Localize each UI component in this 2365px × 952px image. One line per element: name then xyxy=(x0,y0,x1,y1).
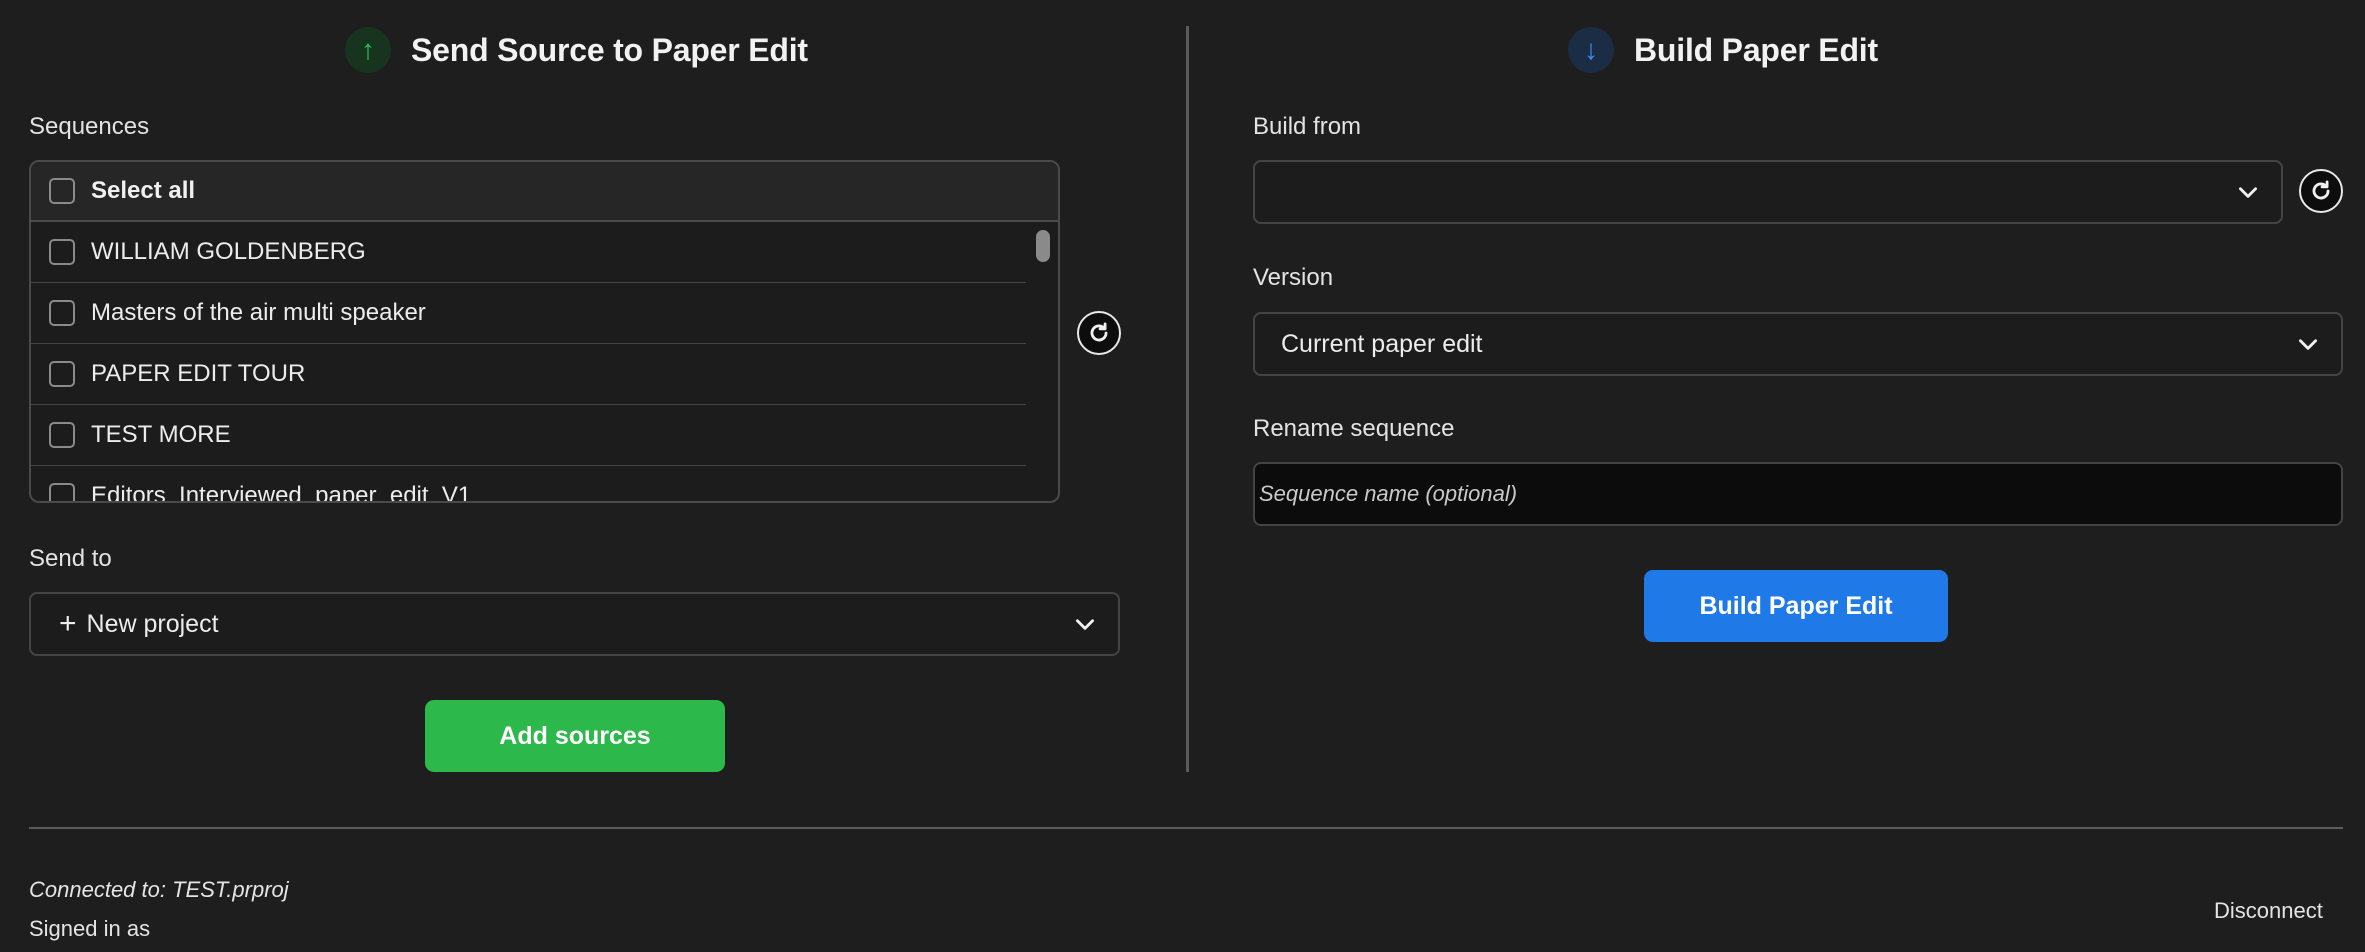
build-paper-edit-title: Build Paper Edit xyxy=(1634,31,1878,68)
sequence-checkbox[interactable] xyxy=(49,483,75,501)
sequence-name: PAPER EDIT TOUR xyxy=(91,360,306,387)
refresh-icon xyxy=(1090,322,1108,342)
sequences-label: Sequences xyxy=(29,113,150,140)
sequence-name-input[interactable] xyxy=(1253,462,2343,526)
add-sources-button[interactable]: Add sources xyxy=(425,700,725,772)
version-select[interactable]: Current paper edit xyxy=(1253,312,2343,376)
version-value: Current paper edit xyxy=(1281,329,1483,358)
sequence-checkbox[interactable] xyxy=(49,300,75,326)
plus-icon: + xyxy=(59,607,77,640)
refresh-icon xyxy=(2312,180,2330,200)
send-source-title: Send Source to Paper Edit xyxy=(411,31,808,68)
chevron-down-icon xyxy=(1076,619,1094,630)
connected-status: Connected to: TEST.prproj xyxy=(29,877,289,902)
chevron-down-icon xyxy=(2299,339,2317,350)
send-source-header: ↑ Send Source to Paper Edit xyxy=(345,27,808,73)
build-paper-edit-button[interactable]: Build Paper Edit xyxy=(1644,570,1948,642)
rename-sequence-label: Rename sequence xyxy=(1253,415,1455,442)
build-paper-edit-header: ↓ Build Paper Edit xyxy=(1568,27,1878,73)
sequence-name: TEST MORE xyxy=(91,421,231,448)
build-from-label: Build from xyxy=(1253,113,1362,140)
sequence-list[interactable]: Select all WILLIAM GOLDENBERG Masters of… xyxy=(29,160,1060,503)
select-all-row[interactable]: Select all xyxy=(31,162,1058,222)
sequence-name: WILLIAM GOLDENBERG xyxy=(91,238,366,265)
version-label: Version xyxy=(1253,264,1334,291)
refresh-build-from-button[interactable] xyxy=(2299,169,2343,213)
list-item[interactable]: Masters of the air multi speaker xyxy=(31,283,1026,344)
send-to-label: Send to xyxy=(29,545,112,572)
sequence-name: Masters of the air multi speaker xyxy=(91,299,426,326)
panel-divider xyxy=(1186,26,1189,772)
list-item[interactable]: TEST MORE xyxy=(31,405,1026,466)
arrow-down-icon: ↓ xyxy=(1568,27,1614,73)
chevron-down-icon xyxy=(2239,187,2257,198)
arrow-up-icon: ↑ xyxy=(345,27,391,73)
list-item[interactable]: Editors_Interviewed_paper_edit_V1 xyxy=(31,466,1026,503)
footer-divider xyxy=(29,827,2343,829)
list-item[interactable]: PAPER EDIT TOUR xyxy=(31,344,1026,405)
list-item[interactable]: WILLIAM GOLDENBERG xyxy=(31,222,1026,283)
paper-edit-panel: ↑ Send Source to Paper Edit Sequences Se… xyxy=(0,0,2365,952)
send-to-value: New project xyxy=(86,609,219,638)
sequence-name: Editors_Interviewed_paper_edit_V1 xyxy=(91,482,472,503)
signed-in-status: Signed in as xyxy=(29,916,151,941)
build-from-select[interactable] xyxy=(1253,160,2283,224)
refresh-sequences-button[interactable] xyxy=(1077,311,1121,355)
select-all-label: Select all xyxy=(91,177,196,204)
select-all-checkbox[interactable] xyxy=(49,178,75,204)
sequence-checkbox[interactable] xyxy=(49,422,75,448)
send-to-select[interactable]: + New project xyxy=(29,592,1120,656)
disconnect-link[interactable]: Disconnect xyxy=(2214,898,2323,924)
sequence-checkbox[interactable] xyxy=(49,239,75,265)
sequence-checkbox[interactable] xyxy=(49,361,75,387)
list-scrollbar[interactable] xyxy=(1036,230,1050,262)
